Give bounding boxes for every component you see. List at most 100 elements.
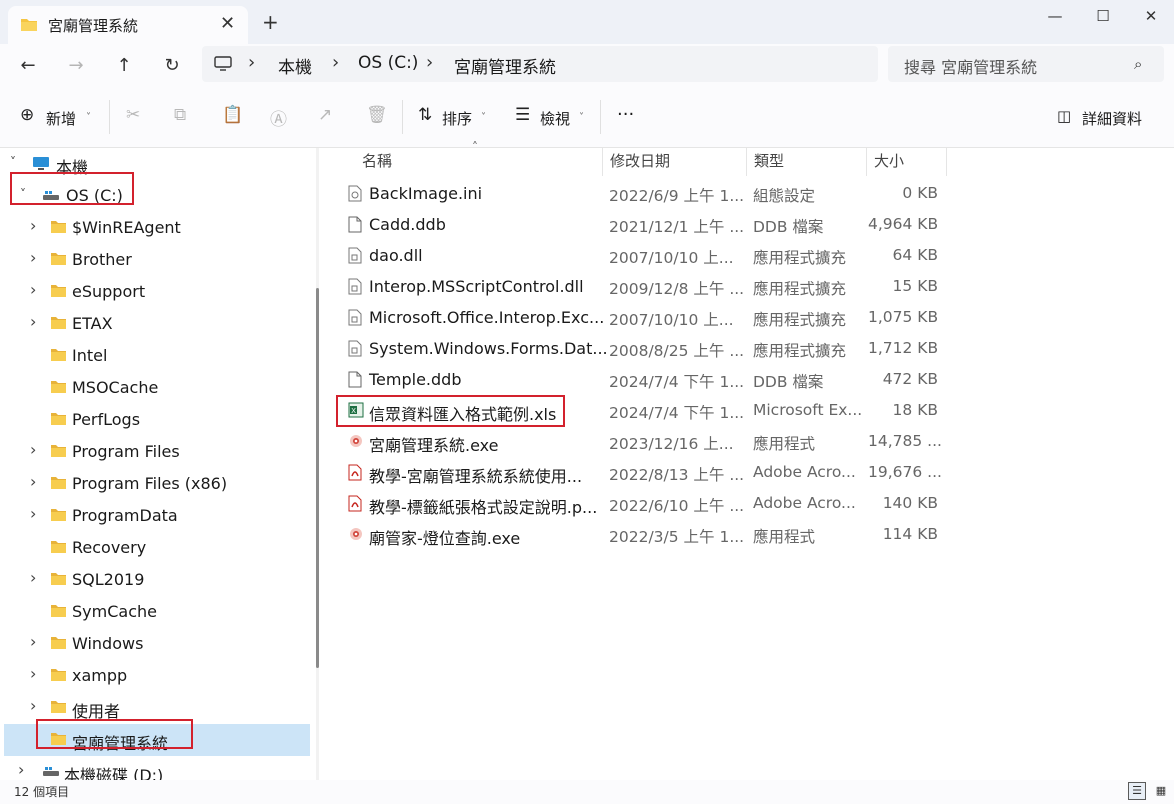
rename-icon[interactable]: Ⓐ bbox=[270, 105, 287, 130]
chevron-right-icon[interactable]: › bbox=[30, 280, 36, 299]
forward-button[interactable]: → bbox=[62, 52, 90, 80]
command-bar: ⊕ 新增 ˅ ✂ ⧉ 📋 Ⓐ ↗ 🗑 ⇅ 排序 ˅ ☰ 檢視 ˅ ··· ◫ 詳… bbox=[0, 88, 1174, 148]
chevron-right-icon[interactable]: › bbox=[30, 472, 36, 491]
exe-icon bbox=[348, 433, 364, 453]
file-date: 2023/12/16 上... bbox=[609, 435, 734, 453]
breadcrumb-separator: › bbox=[426, 52, 434, 73]
new-button[interactable]: 新增 bbox=[46, 108, 76, 129]
nav-item[interactable]: › ETAX bbox=[4, 308, 310, 340]
file-name: 教學-宮廟管理系統系統使用... bbox=[369, 467, 583, 486]
new-tab-button[interactable]: + bbox=[262, 12, 279, 32]
more-options-button[interactable]: ··· bbox=[617, 104, 634, 125]
file-date: 2024/7/4 下午 1... bbox=[609, 373, 745, 391]
details-view-icon[interactable]: ☰ bbox=[1128, 782, 1146, 800]
breadcrumb-pc[interactable]: 本機 bbox=[278, 53, 312, 78]
share-icon[interactable]: ↗ bbox=[318, 105, 332, 125]
nav-item[interactable]: › Brother bbox=[4, 244, 310, 276]
file-row[interactable]: 教學-宮廟管理系統系統使用... 2022/8/13 上午 ... Adobe Ac… bbox=[342, 458, 948, 489]
sort-button[interactable]: 排序 bbox=[442, 108, 472, 129]
dll-file-icon bbox=[348, 309, 362, 330]
details-pane-button[interactable]: 詳細資料 bbox=[1082, 108, 1142, 129]
column-header-name[interactable]: 名稱 bbox=[354, 148, 602, 178]
file-row[interactable]: Temple.ddb 2024/7/4 下午 1... DDB 檔案 472 KB bbox=[342, 365, 948, 396]
file-size: 14,785 ... bbox=[868, 432, 942, 450]
ini-file-icon bbox=[348, 185, 362, 206]
cut-icon[interactable]: ✂ bbox=[126, 105, 140, 125]
column-header-size[interactable]: 大小 bbox=[866, 148, 946, 178]
nav-item[interactable]: › Program Files (x86) bbox=[4, 468, 310, 500]
chevron-right-icon[interactable]: › bbox=[30, 312, 36, 331]
file-row[interactable]: System.Windows.Forms.Dat... 2008/8/25 上午 … bbox=[342, 334, 948, 365]
breadcrumb-drive-c[interactable]: OS (C:) bbox=[358, 53, 418, 73]
navigation-pane: ˅ 本機 ˅ OS (C:) › $WinREAgent › Brother › eSupport… bbox=[0, 148, 326, 785]
chevron-down-icon[interactable]: ˅ bbox=[10, 155, 16, 169]
file-row[interactable]: 宮廟管理系統.exe 2023/12/16 上... 應用程式 14,785 ... bbox=[342, 427, 948, 458]
nav-item[interactable]: MSOCache bbox=[4, 372, 310, 404]
column-header-date[interactable]: 修改日期 bbox=[602, 148, 746, 178]
column-header-type[interactable]: 類型 bbox=[746, 148, 866, 178]
chevron-right-icon[interactable]: › bbox=[30, 696, 36, 715]
chevron-right-icon[interactable]: › bbox=[30, 664, 36, 683]
nav-item[interactable]: › Program Files bbox=[4, 436, 310, 468]
nav-item[interactable]: › xampp bbox=[4, 660, 310, 692]
nav-item[interactable]: PerfLogs bbox=[4, 404, 310, 436]
nav-scrollbar[interactable] bbox=[316, 148, 319, 780]
file-row[interactable]: Interop.MSScriptControl.dll 2009/12/8 上午 … bbox=[342, 272, 948, 303]
chevron-right-icon[interactable]: › bbox=[30, 216, 36, 235]
file-name: Interop.MSScriptControl.dll bbox=[369, 277, 584, 296]
nav-item-label: $WinREAgent bbox=[72, 218, 181, 237]
chevron-right-icon[interactable]: › bbox=[30, 504, 36, 523]
file-size: 1,712 KB bbox=[868, 339, 939, 357]
file-row[interactable]: dao.dll 2007/10/10 上... 應用程式擴充 64 KB bbox=[342, 241, 948, 272]
minimize-button[interactable]: — bbox=[1040, 6, 1070, 26]
tab-title: 宮廟管理系統 bbox=[48, 17, 139, 35]
tab-close-button[interactable]: ✕ bbox=[220, 13, 235, 34]
nav-item[interactable]: Intel bbox=[4, 340, 310, 372]
chevron-right-icon[interactable]: › bbox=[30, 568, 36, 587]
nav-scrollbar-thumb[interactable] bbox=[316, 288, 319, 668]
file-row[interactable]: 廟管家-燈位查詢.exe 2022/3/5 上午 1... 應用程式 114 KB bbox=[342, 520, 948, 551]
column-divider[interactable] bbox=[946, 148, 947, 176]
nav-item[interactable]: Recovery bbox=[4, 532, 310, 564]
address-bar[interactable]: › 本機 › OS (C:) › 宮廟管理系統 bbox=[202, 46, 878, 82]
file-date: 2022/3/5 上午 1... bbox=[609, 528, 745, 546]
chevron-right-icon[interactable]: › bbox=[30, 248, 36, 267]
file-type: Microsoft Ex... bbox=[753, 401, 863, 419]
view-button[interactable]: 檢視 bbox=[540, 108, 570, 129]
chevron-right-icon[interactable]: › bbox=[30, 440, 36, 459]
folder-icon bbox=[50, 700, 67, 718]
tab-active[interactable]: 宮廟管理系統 ✕ bbox=[8, 6, 248, 44]
file-row[interactable]: Microsoft.Office.Interop.Exc... 2007/10/1… bbox=[342, 303, 948, 334]
breadcrumb-current-folder[interactable]: 宮廟管理系統 bbox=[454, 53, 556, 78]
chevron-right-icon[interactable]: › bbox=[30, 632, 36, 651]
refresh-button[interactable]: ↻ bbox=[158, 52, 186, 80]
folder-icon bbox=[50, 444, 67, 462]
file-row[interactable]: 教學-標籤紙張格式設定說明.p... 2022/6/10 上午 ... Adobe … bbox=[342, 489, 948, 520]
chevron-right-icon[interactable]: › bbox=[18, 760, 24, 779]
file-name: dao.dll bbox=[369, 246, 423, 265]
file-row[interactable]: BackImage.ini 2022/6/9 上午 1... 組態設定 0 KB bbox=[342, 179, 948, 210]
file-date: 2007/10/10 上... bbox=[609, 311, 734, 329]
status-bar: 12 個項目 ☰ ▦ bbox=[0, 780, 1174, 804]
nav-item[interactable]: › eSupport bbox=[4, 276, 310, 308]
nav-item[interactable]: › SQL2019 bbox=[4, 564, 310, 596]
nav-item[interactable]: SymCache bbox=[4, 596, 310, 628]
search-box[interactable]: 搜尋 宮廟管理系統 ⌕ bbox=[888, 46, 1164, 82]
column-date-label: 修改日期 bbox=[610, 152, 671, 170]
nav-item[interactable]: › ProgramData bbox=[4, 500, 310, 532]
delete-icon[interactable]: 🗑 bbox=[366, 105, 388, 125]
plus-circle-icon: ⊕ bbox=[20, 105, 35, 125]
nav-item[interactable]: › Windows bbox=[4, 628, 310, 660]
file-row[interactable]: Cadd.ddb 2021/12/1 上午 ... DDB 檔案 4,964 KB bbox=[342, 210, 948, 241]
search-input[interactable]: 搜尋 宮廟管理系統 bbox=[904, 54, 1037, 78]
highlight-box-xls-file bbox=[336, 395, 565, 427]
chevron-down-icon: ˅ bbox=[481, 112, 486, 123]
maximize-button[interactable]: ☐ bbox=[1088, 6, 1118, 26]
tiles-view-icon[interactable]: ▦ bbox=[1152, 782, 1170, 800]
copy-icon[interactable]: ⧉ bbox=[174, 105, 186, 125]
up-button[interactable]: ↑ bbox=[110, 52, 138, 80]
nav-item[interactable]: › $WinREAgent bbox=[4, 212, 310, 244]
back-button[interactable]: ← bbox=[14, 52, 42, 80]
close-window-button[interactable]: ✕ bbox=[1136, 6, 1166, 26]
paste-icon[interactable]: 📋 bbox=[222, 105, 243, 125]
